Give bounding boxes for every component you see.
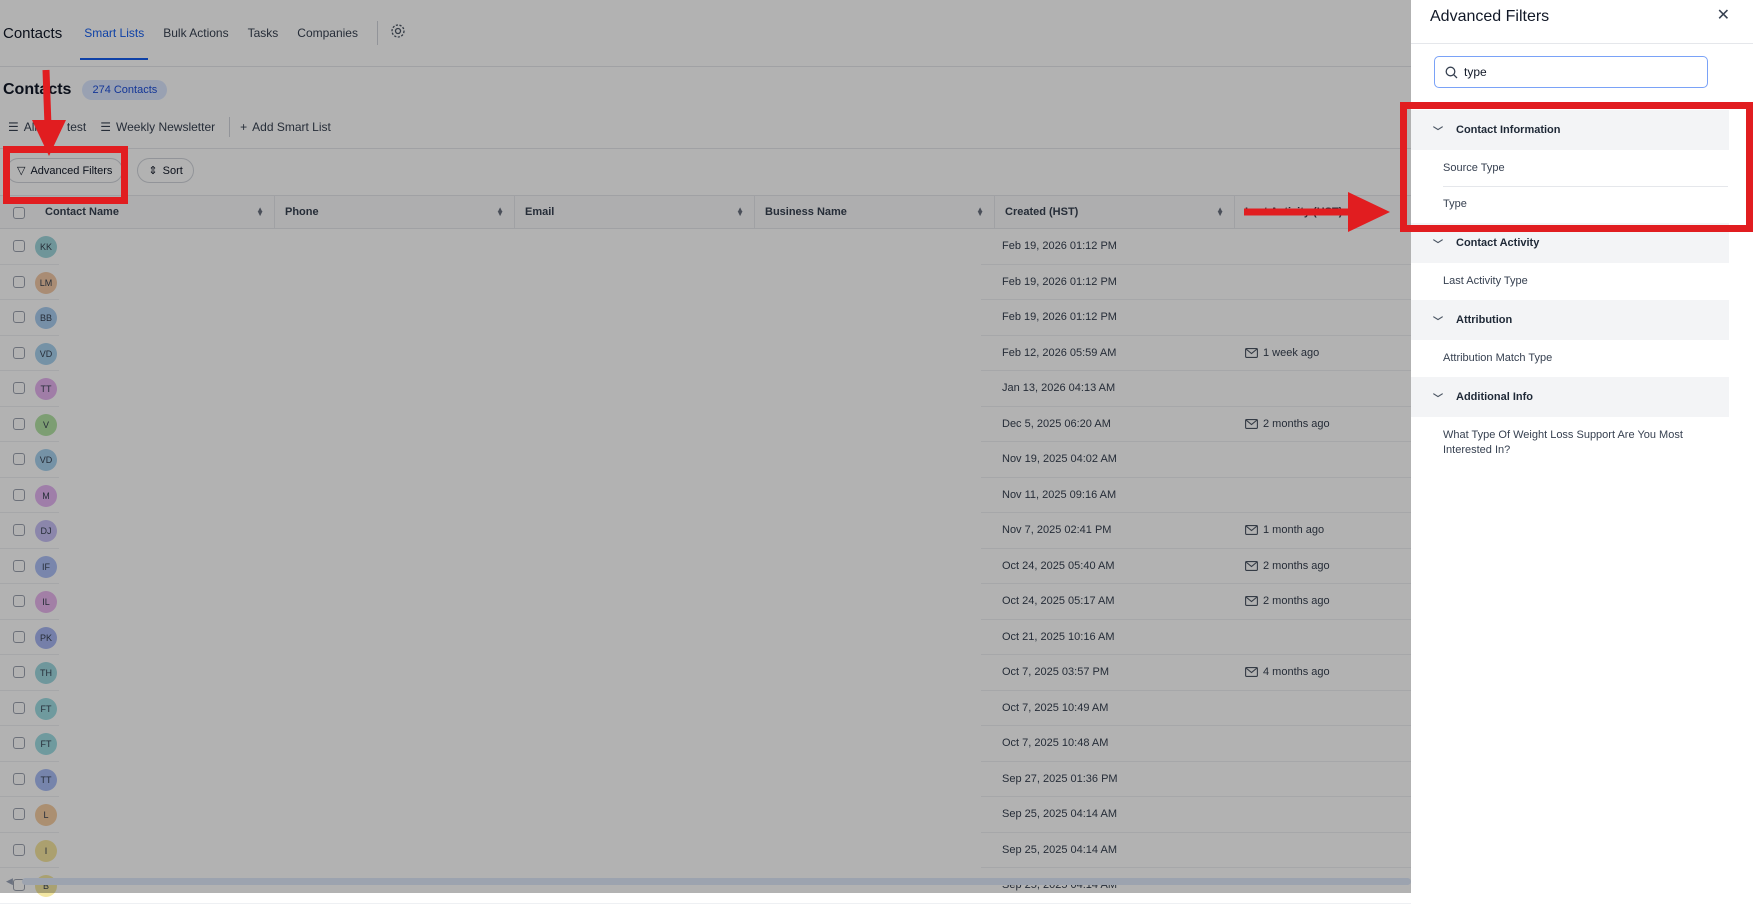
section-label: Additional Info: [1456, 391, 1533, 403]
scroll-left-icon[interactable]: ◀: [6, 876, 13, 887]
search-icon: [1445, 66, 1458, 78]
filter-search-value: type: [1464, 65, 1487, 79]
section-attribution[interactable]: ﹀ Attribution: [1411, 300, 1729, 340]
filter-item-last-activity-type[interactable]: Last Activity Type: [1443, 275, 1528, 287]
chevron-down-icon: ﹀: [1433, 316, 1443, 328]
section-additional-info[interactable]: ﹀ Additional Info: [1411, 377, 1729, 417]
close-icon[interactable]: ✕: [1717, 5, 1730, 25]
section-label: Attribution: [1456, 314, 1513, 326]
modal-overlay[interactable]: [0, 0, 1411, 893]
contacts-app: Contacts Smart Lists Bulk Actions Tasks …: [0, 0, 1753, 904]
filter-search-input[interactable]: type: [1434, 56, 1708, 88]
panel-title: Advanced Filters: [1430, 8, 1550, 25]
chevron-down-icon: ﹀: [1433, 393, 1443, 405]
panel-divider: [1411, 43, 1753, 44]
annotation-arrow-down: [32, 69, 66, 156]
annotation-arrow-right: [1244, 192, 1390, 232]
section-label: Contact Activity: [1456, 237, 1540, 249]
annotation-highlight-contact-information: [1400, 102, 1753, 232]
horizontal-scrollbar[interactable]: [22, 878, 1411, 885]
filter-item-weight-loss-support[interactable]: What Type Of Weight Loss Support Are You…: [1443, 428, 1693, 458]
filter-item-attribution-match-type[interactable]: Attribution Match Type: [1443, 352, 1552, 364]
chevron-down-icon: ﹀: [1433, 239, 1443, 251]
